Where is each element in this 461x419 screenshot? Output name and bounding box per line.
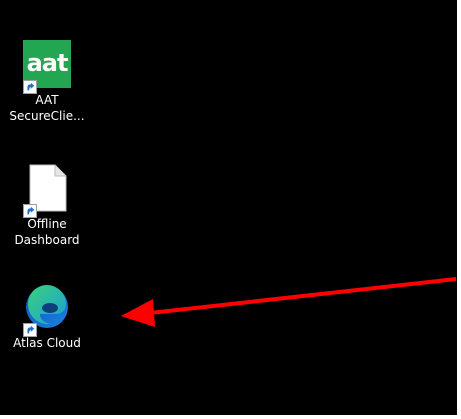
desktop: aat AAT SecureClie... Offline Dashboard <box>0 0 461 419</box>
red-arrow-icon <box>121 277 457 327</box>
